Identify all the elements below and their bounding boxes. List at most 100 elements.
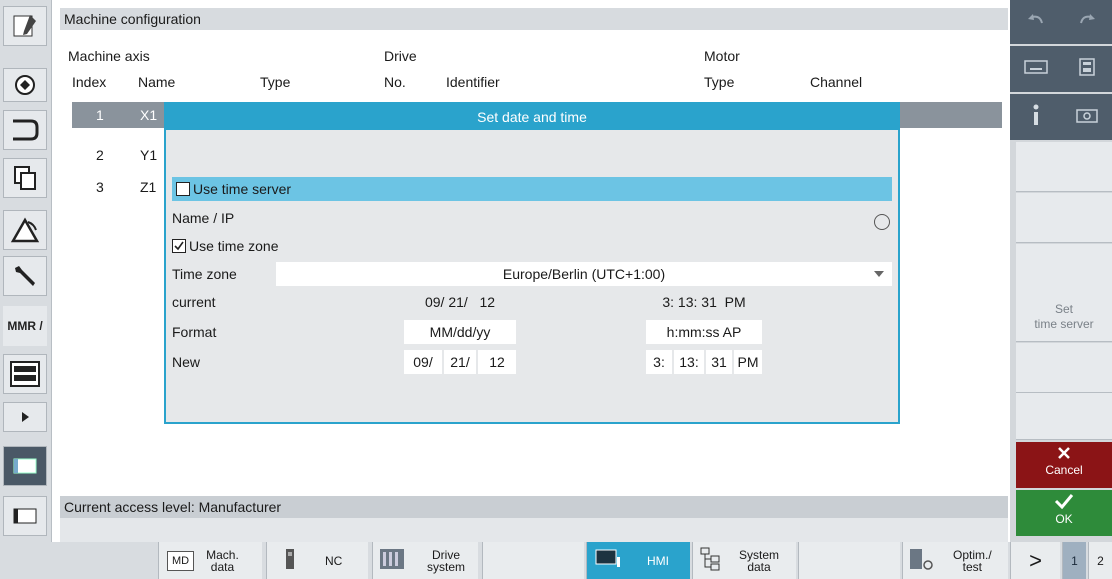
calculator-button[interactable] — [1061, 46, 1112, 90]
softkey-6[interactable] — [1016, 393, 1112, 440]
left-sidebar: MMR / — [0, 0, 52, 579]
use-time-server-row[interactable]: Use time server — [172, 177, 892, 201]
header-drive: Drive — [384, 48, 417, 64]
optimization-icon — [909, 548, 935, 573]
window-layout-button-1[interactable] — [3, 446, 47, 486]
screenshot-button[interactable] — [1061, 94, 1112, 138]
commissioning-button[interactable] — [3, 256, 47, 296]
close-icon — [1016, 442, 1112, 463]
nc-cabinet-icon — [285, 548, 295, 573]
window-icon — [13, 458, 37, 474]
system-data-label: System data — [739, 547, 780, 574]
tools-panel-1 — [1010, 46, 1112, 92]
page-1-button[interactable]: 1 — [1062, 542, 1086, 579]
parameter-button[interactable] — [3, 158, 47, 198]
current-date: 09/ 21/ 12 — [424, 294, 496, 310]
name-ip-radio[interactable] — [874, 214, 890, 230]
new-second-field[interactable]: 31 — [706, 350, 732, 374]
time-format-field[interactable]: h:mm:ss AP — [646, 320, 762, 344]
mmr-button[interactable]: MMR / — [3, 306, 47, 346]
softkey-1[interactable] — [1016, 142, 1112, 192]
current-time: 3: 13: 31 PM — [662, 294, 746, 310]
new-ampm-field[interactable]: PM — [734, 350, 762, 374]
set-time-server-button[interactable]: Set time server — [1016, 292, 1112, 342]
format-label: Format — [172, 324, 217, 340]
time-zone-select[interactable]: Europe/Berlin (UTC+1:00) — [276, 262, 892, 286]
checkmark-icon — [174, 241, 184, 251]
page-2-button[interactable]: 2 — [1088, 542, 1112, 579]
dialog-title: Set date and time — [166, 104, 898, 130]
new-year-field[interactable]: 12 — [478, 350, 516, 374]
current-label: current — [172, 294, 216, 310]
drive-system-button[interactable]: Drive system — [372, 542, 478, 579]
window-layout-button-2[interactable] — [3, 496, 47, 536]
column-type: Type — [260, 74, 291, 90]
system-data-button[interactable]: System data — [692, 542, 796, 579]
nc-button[interactable]: NC — [266, 542, 368, 579]
use-time-server-checkbox[interactable] — [176, 182, 190, 197]
mach-data-button[interactable]: MD Mach. data — [158, 542, 262, 579]
new-hour-field[interactable]: 3: — [646, 350, 672, 374]
softkey-bottom-empty-2[interactable] — [798, 542, 900, 579]
sinumerik-integrate-button[interactable] — [3, 354, 47, 394]
info-icon — [1031, 104, 1041, 129]
row-index: 1 — [96, 107, 104, 123]
column-no: No. — [384, 74, 406, 90]
header-machine-axis: Machine axis — [68, 48, 150, 64]
program-manager-button[interactable] — [3, 110, 47, 150]
use-time-zone-label: Use time zone — [189, 238, 279, 254]
tools-panel-2 — [1010, 94, 1112, 140]
softkey-5[interactable] — [1016, 343, 1112, 393]
md-icon: MD — [167, 550, 195, 571]
cancel-label: Cancel — [1045, 463, 1083, 477]
keyboard-button[interactable] — [1010, 46, 1061, 90]
redo-icon — [1077, 13, 1097, 32]
hmi-button[interactable]: HMI — [586, 542, 690, 579]
machine-icon — [11, 12, 39, 40]
new-minute-field[interactable]: 13: — [674, 350, 704, 374]
softkey-2[interactable] — [1016, 193, 1112, 243]
wrench-icon — [11, 262, 39, 290]
program-button[interactable] — [3, 68, 47, 102]
row-name: Y1 — [140, 147, 158, 163]
next-page-button[interactable]: > — [1010, 542, 1060, 579]
use-time-zone-row[interactable]: Use time zone — [172, 234, 278, 258]
copy-pages-icon — [13, 165, 37, 191]
tree-structure-icon — [699, 547, 721, 574]
row-name: X1 — [140, 107, 158, 123]
new-day-field[interactable]: 21/ — [444, 350, 476, 374]
column-identifier: Identifier — [446, 74, 500, 90]
mmr-label: MMR / — [7, 319, 43, 333]
use-time-zone-checkbox[interactable] — [172, 239, 186, 254]
ok-button[interactable]: OK — [1016, 490, 1112, 536]
column-motor-type: Type — [704, 74, 735, 90]
chevron-down-icon — [874, 271, 884, 277]
header-motor: Motor — [704, 48, 740, 64]
camera-icon — [1075, 107, 1098, 126]
time-zone-value: Europe/Berlin (UTC+1:00) — [502, 266, 666, 282]
name-ip-label: Name / IP — [172, 210, 235, 226]
expand-button[interactable] — [3, 402, 47, 432]
drive-system-label: Drive system — [427, 547, 466, 574]
softkey-3[interactable] — [1016, 244, 1112, 294]
keyboard-icon — [1023, 59, 1048, 78]
window-title: Machine configuration — [60, 8, 1008, 30]
undo-button[interactable] — [1010, 0, 1061, 44]
date-format-field[interactable]: MM/dd/yy — [404, 320, 516, 344]
cancel-button[interactable]: Cancel — [1016, 442, 1112, 488]
access-level-status: Current access level: Manufacturer — [60, 496, 1008, 518]
machine-area-button[interactable] — [3, 6, 47, 46]
new-month-field[interactable]: 09/ — [404, 350, 442, 374]
drive-rack-icon — [379, 548, 405, 573]
redo-button[interactable] — [1061, 0, 1112, 44]
nc-label: NC — [325, 553, 343, 568]
play-arrow-icon — [20, 411, 30, 423]
warning-triangle-icon — [10, 216, 40, 244]
monitor-icon — [595, 549, 621, 572]
softkey-bottom-empty-1[interactable] — [482, 542, 584, 579]
folder-bracket-icon — [11, 118, 39, 142]
info-button[interactable] — [1010, 94, 1061, 138]
optim-test-button[interactable]: Optim./ test — [902, 542, 1008, 579]
diagnostics-button[interactable] — [3, 210, 47, 250]
mach-data-label: Mach. data — [206, 547, 239, 574]
